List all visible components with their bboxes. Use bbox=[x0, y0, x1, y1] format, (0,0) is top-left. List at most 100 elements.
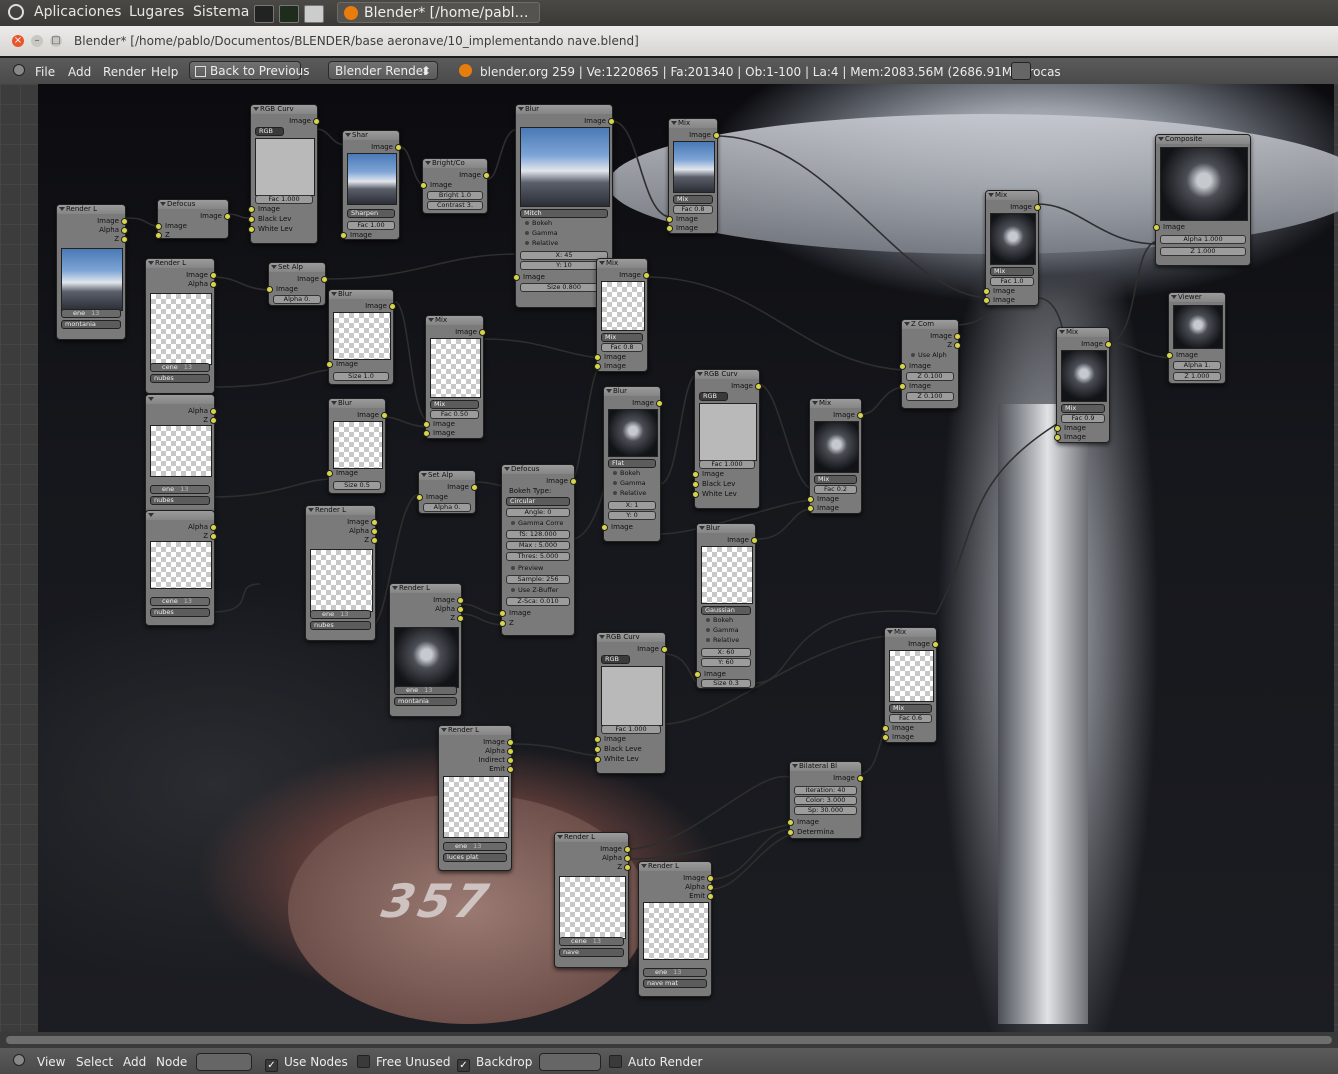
input-socket[interactable] bbox=[787, 819, 794, 826]
value-field[interactable]: Size 1.0 bbox=[333, 372, 389, 381]
value-field[interactable]: X: 60 bbox=[701, 648, 751, 657]
menu-add-node[interactable]: Add bbox=[123, 1055, 146, 1069]
node-render1[interactable]: Render L Image Alpha Zene 13 montania bbox=[56, 204, 128, 340]
node-mix5[interactable]: Mix Image Mix Fac 0.9 Image Image bbox=[1054, 327, 1112, 443]
render-layer-row[interactable]: ene 13 bbox=[61, 309, 121, 318]
option[interactable]: Relative bbox=[525, 239, 558, 247]
output-socket[interactable] bbox=[932, 641, 939, 648]
input-socket[interactable] bbox=[807, 505, 814, 512]
option[interactable]: Gamma bbox=[525, 229, 558, 237]
dropdown[interactable]: Flat bbox=[608, 459, 656, 468]
node-title[interactable]: Defocus bbox=[158, 200, 228, 209]
render-layer-row[interactable]: ene 13 bbox=[150, 485, 210, 494]
render-layer-row[interactable]: ene 13 bbox=[443, 842, 507, 851]
input-socket[interactable] bbox=[326, 470, 333, 477]
menu-help[interactable]: Help bbox=[151, 65, 178, 79]
value-field[interactable]: Bright 1.0 bbox=[427, 191, 483, 200]
maximize-window-icon[interactable]: □ bbox=[50, 35, 62, 47]
node-blur2[interactable]: Blur Image Image Size 1.0 bbox=[326, 289, 396, 385]
node-title[interactable]: Blur bbox=[329, 399, 385, 408]
node-title[interactable]: Blur bbox=[697, 524, 755, 533]
render-layer-row[interactable]: cene 13 bbox=[559, 937, 624, 946]
free-unused-checkbox[interactable] bbox=[357, 1055, 370, 1068]
rgb-tabs[interactable]: RGB bbox=[601, 655, 630, 664]
menu-add[interactable]: Add bbox=[68, 65, 91, 79]
editor-type-icon-footer[interactable] bbox=[13, 1054, 25, 1066]
node-title[interactable]: Blur bbox=[604, 387, 660, 396]
input-socket[interactable] bbox=[248, 226, 255, 233]
node-title[interactable]: Render L bbox=[57, 205, 125, 214]
output-socket[interactable] bbox=[857, 775, 864, 782]
output-socket[interactable] bbox=[224, 213, 231, 220]
node-title[interactable]: Mix bbox=[597, 259, 647, 268]
input-socket[interactable] bbox=[666, 225, 673, 232]
value-field[interactable]: Z 0.100 bbox=[906, 372, 954, 381]
node-render2[interactable]: Render L Image Alpha cene 13 nubes bbox=[145, 258, 217, 394]
input-socket[interactable] bbox=[1166, 352, 1173, 359]
value-field[interactable]: Max : 5.000 bbox=[506, 541, 570, 550]
output-socket[interactable] bbox=[661, 646, 668, 653]
dropdown[interactable]: nubes bbox=[150, 496, 210, 505]
node-title[interactable]: Bilateral Bl bbox=[790, 762, 861, 771]
value-field[interactable]: Y: 0 bbox=[608, 511, 656, 520]
output-socket[interactable] bbox=[210, 272, 217, 279]
output-socket[interactable] bbox=[507, 739, 514, 746]
node-defocus2[interactable]: Defocus Image Bokeh Type: Circular Angle: 0 G… bbox=[499, 464, 577, 636]
backdrop-channels-selector[interactable] bbox=[539, 1053, 601, 1071]
output-socket[interactable] bbox=[707, 893, 714, 900]
node-title[interactable]: Shar bbox=[343, 131, 399, 140]
input-socket[interactable] bbox=[694, 671, 701, 678]
node-viewer[interactable]: Viewer Image Alpha 1. Z 1.000 bbox=[1166, 292, 1226, 384]
value-field[interactable]: Y: 60 bbox=[701, 658, 751, 667]
menu-view[interactable]: View bbox=[37, 1055, 65, 1069]
value-field[interactable]: Fac 1.0 bbox=[990, 277, 1034, 286]
dropdown[interactable]: Gaussian bbox=[701, 606, 751, 615]
use-nodes-toggle[interactable]: ✓ Use Nodes bbox=[265, 1055, 348, 1072]
dropdown[interactable]: Mix bbox=[889, 704, 932, 713]
input-socket[interactable] bbox=[594, 736, 601, 743]
input-socket[interactable] bbox=[423, 421, 430, 428]
node-zcomb[interactable]: Z Com Image Z Use Alph Image Z 0.100 Image Z 0.… bbox=[899, 319, 961, 409]
dropdown[interactable]: Mix bbox=[601, 333, 643, 342]
value-field[interactable]: Size 0.5 bbox=[333, 481, 381, 490]
close-window-icon[interactable]: × bbox=[12, 35, 24, 47]
input-socket[interactable] bbox=[882, 725, 889, 732]
value-field[interactable]: Thres: 5.000 bbox=[506, 552, 570, 561]
node-title[interactable]: Render L bbox=[390, 584, 461, 593]
output-socket[interactable] bbox=[857, 412, 864, 419]
input-socket[interactable] bbox=[420, 182, 427, 189]
output-socket[interactable] bbox=[707, 884, 714, 891]
menu-select[interactable]: Select bbox=[76, 1055, 113, 1069]
node-brightco[interactable]: Bright/Co Image Image Bright 1.0 Contrast 3. bbox=[420, 158, 490, 214]
ubuntu-logo-icon[interactable] bbox=[8, 4, 24, 20]
dropdown[interactable]: nubes bbox=[150, 374, 210, 383]
node-mix1[interactable]: Mix Image Mix Fac 0.8 Image Image bbox=[666, 118, 720, 234]
input-socket[interactable] bbox=[155, 223, 162, 230]
input-socket[interactable] bbox=[594, 363, 601, 370]
output-socket[interactable] bbox=[624, 855, 631, 862]
value-field[interactable]: Size 0.800 bbox=[520, 283, 608, 292]
output-socket[interactable] bbox=[210, 408, 217, 415]
output-socket[interactable] bbox=[313, 118, 320, 125]
value-field[interactable]: Contrast 3. bbox=[427, 201, 483, 210]
node-title[interactable]: RGB Curv bbox=[597, 633, 665, 642]
value-field[interactable]: Fac 1.000 bbox=[699, 460, 755, 469]
dropdown[interactable]: Mix bbox=[990, 267, 1034, 276]
node-mix2[interactable]: Mix Image Mix Fac 0.50 Image Image bbox=[423, 315, 486, 439]
output-socket[interactable] bbox=[751, 537, 758, 544]
input-socket[interactable] bbox=[899, 363, 906, 370]
screenshot-icon[interactable] bbox=[304, 5, 324, 23]
node-render6[interactable]: Render L Image Alpha Zene 13 montania bbox=[389, 583, 464, 717]
back-to-previous-button[interactable]: Back to Previous bbox=[189, 61, 310, 80]
dropdown[interactable]: Mix bbox=[814, 475, 857, 484]
node-title[interactable]: Render L bbox=[306, 506, 375, 515]
dropdown[interactable]: Sharpen bbox=[347, 209, 395, 218]
output-socket[interactable] bbox=[483, 172, 490, 179]
output-socket[interactable] bbox=[1105, 341, 1112, 348]
option[interactable]: Use Alph bbox=[911, 351, 947, 359]
node-editor[interactable]: 357 Render L Image Alpha Z ene 13 montan… bbox=[0, 84, 1338, 1032]
input-socket[interactable] bbox=[326, 361, 333, 368]
node-title[interactable]: RGB Curv bbox=[251, 105, 317, 114]
value-field[interactable]: Sample: 256 bbox=[506, 575, 570, 584]
node-render7[interactable]: Render L Image Alpha Indirect Emit ene 13 luces… bbox=[438, 725, 514, 871]
